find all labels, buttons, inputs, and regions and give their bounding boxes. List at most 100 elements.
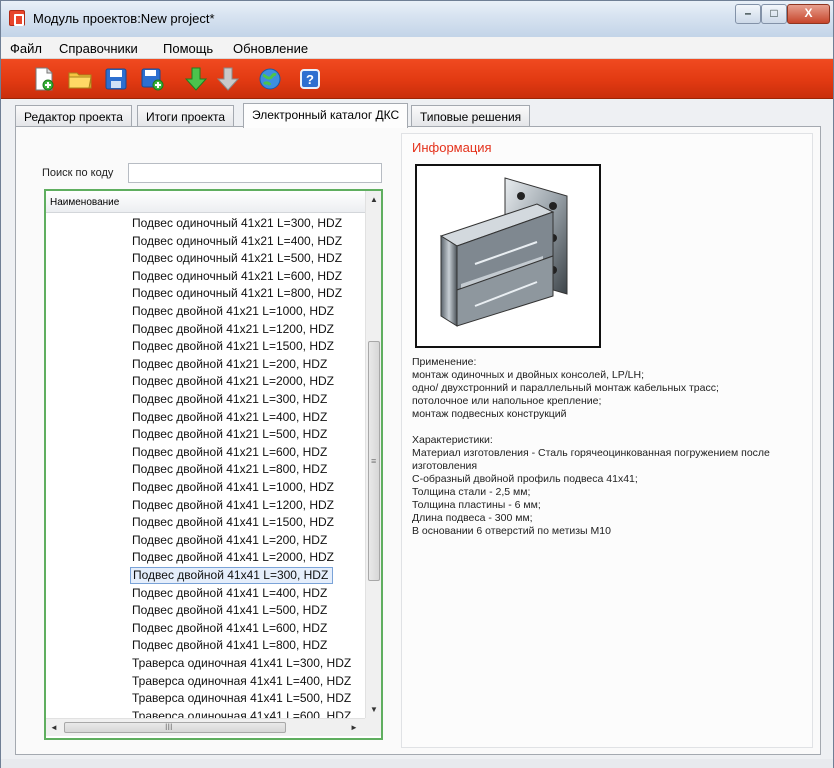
search-code-input[interactable]: [128, 163, 382, 183]
list-item[interactable]: Подвес двойной 41x41 L=800, HDZ: [130, 637, 331, 654]
search-label: Поиск по коду: [42, 167, 114, 179]
vertical-scrollbar[interactable]: ▲ ≡ ▼: [365, 191, 381, 718]
list-item[interactable]: Траверса одиночная 41x41 L=300, HDZ: [130, 655, 355, 672]
list-item[interactable]: Подвес двойной 41x41 L=400, HDZ: [130, 585, 331, 602]
tab-standard-solutions[interactable]: Типовые решения: [411, 105, 531, 127]
list-item[interactable]: Подвес двойной 41x41 L=200, HDZ: [130, 532, 331, 549]
info-line: Толщина пластины - 6 мм;: [412, 499, 541, 511]
menu-bar: Файл Справочники Помощь Обновление: [1, 37, 833, 59]
list-item[interactable]: Подвес двойной 41x41 L=1200, HDZ: [130, 497, 338, 514]
list-item[interactable]: Подвес двойной 41x21 L=1200, HDZ: [130, 321, 338, 338]
window-title: Модуль проектов:New project*: [33, 11, 215, 26]
export-button[interactable]: [215, 66, 241, 92]
list-item[interactable]: Подвес двойной 41x21 L=1500, HDZ: [130, 338, 338, 355]
list-item[interactable]: Подвес одиночный 41x21 L=400, HDZ: [130, 233, 346, 250]
toolbar: ?: [1, 59, 833, 99]
horizontal-scroll-thumb[interactable]: III: [64, 722, 286, 733]
info-line: Материал изготовления - Сталь горячеоцин…: [412, 447, 770, 459]
maximize-icon: □: [770, 6, 778, 20]
new-project-button[interactable]: [31, 66, 57, 92]
tab-project-editor[interactable]: Редактор проекта: [15, 105, 132, 127]
app-window: Модуль проектов:New project* – □ X Файл …: [0, 0, 834, 768]
download-arrow-gray-icon: [216, 67, 240, 91]
vertical-scroll-thumb[interactable]: ≡: [368, 341, 380, 581]
info-line: монтаж одиночных и двойных консолей, LP/…: [412, 369, 644, 381]
scroll-corner: [365, 718, 381, 736]
import-button[interactable]: [183, 66, 209, 92]
menu-update[interactable]: Обновление: [233, 41, 308, 56]
list-item[interactable]: Подвес одиночный 41x21 L=300, HDZ: [130, 215, 346, 232]
app-logo-icon: [9, 10, 25, 26]
help-icon: ?: [300, 69, 320, 89]
list-item[interactable]: Подвес двойной 41x21 L=2000, HDZ: [130, 373, 338, 390]
info-line: одно/ двухстронний и параллельный монтаж…: [412, 382, 719, 394]
list-item[interactable]: Подвес одиночный 41x21 L=500, HDZ: [130, 250, 346, 267]
info-line: потолочное или напольное крепление;: [412, 395, 602, 407]
info-line: Длина подвеса - 300 мм;: [412, 512, 533, 524]
list-item[interactable]: Подвес двойной 41x21 L=200, HDZ: [130, 356, 331, 373]
column-header-name[interactable]: Наименование: [46, 191, 365, 213]
help-button[interactable]: ?: [297, 66, 323, 92]
info-line: Характеристики:: [412, 434, 493, 446]
grip-icon: III: [165, 722, 173, 732]
web-update-button[interactable]: [257, 66, 283, 92]
list-item[interactable]: Подвес двойной 41x21 L=1000, HDZ: [130, 303, 338, 320]
info-line: изготовления: [412, 460, 478, 472]
open-folder-icon: [68, 72, 92, 89]
menu-file[interactable]: Файл: [10, 41, 42, 56]
list-item[interactable]: Траверса одиночная 41x41 L=400, HDZ: [130, 673, 355, 690]
tab-project-totals[interactable]: Итоги проекта: [137, 105, 235, 127]
save-as-icon: [141, 68, 164, 91]
grip-icon: ≡: [371, 456, 377, 466]
scroll-right-arrow-icon[interactable]: ►: [346, 719, 362, 736]
new-file-icon: [35, 67, 54, 91]
info-line: монтаж подвесных конструкций: [412, 408, 567, 420]
status-bar: [1, 759, 833, 768]
globe-icon: [259, 68, 281, 90]
list-item[interactable]: Подвес двойной 41x21 L=800, HDZ: [130, 461, 331, 478]
product-image: [415, 164, 601, 348]
product-list: Наименование Подвес одиночный 41x21 L=30…: [44, 189, 383, 740]
tab-dks-catalog[interactable]: Электронный каталог ДКС: [243, 103, 409, 128]
list-item[interactable]: Подвес двойной 41x21 L=500, HDZ: [130, 426, 331, 443]
save-icon: [105, 68, 127, 90]
minimize-icon: –: [744, 6, 752, 20]
save-as-button[interactable]: [139, 66, 165, 92]
info-line: В основании 6 отверстий по метизы М10: [412, 525, 611, 537]
info-line: Толщина стали - 2,5 мм;: [412, 486, 531, 498]
close-icon: X: [804, 6, 813, 20]
list-item[interactable]: Траверса одиночная 41x41 L=600, HDZ: [130, 708, 355, 718]
list-item[interactable]: Подвес двойной 41x41 L=500, HDZ: [130, 602, 331, 619]
list-item[interactable]: Подвес двойной 41x41 L=2000, HDZ: [130, 549, 338, 566]
list-item[interactable]: Подвес двойной 41x41 L=300, HDZ: [130, 567, 334, 584]
title-bar[interactable]: Модуль проектов:New project* – □ X: [1, 1, 833, 37]
save-button[interactable]: [103, 66, 129, 92]
menu-help[interactable]: Помощь: [163, 41, 213, 56]
scroll-down-arrow-icon[interactable]: ▼: [366, 701, 381, 718]
info-line: С-образный двойной профиль подвеса 41х41…: [412, 473, 638, 485]
list-item[interactable]: Подвес двойной 41x41 L=1500, HDZ: [130, 514, 338, 531]
open-project-button[interactable]: [67, 66, 93, 92]
minimize-button[interactable]: –: [735, 4, 761, 24]
info-panel: Информация Применение: монтаж одиночных …: [401, 133, 813, 748]
list-item[interactable]: Подвес двойной 41x21 L=300, HDZ: [130, 391, 331, 408]
list-item[interactable]: Подвес одиночный 41x21 L=600, HDZ: [130, 268, 346, 285]
double-c-profile-hanger-image: [439, 177, 568, 327]
list-item[interactable]: Подвес одиночный 41x21 L=800, HDZ: [130, 285, 346, 302]
list-item[interactable]: Подвес двойной 41x21 L=600, HDZ: [130, 444, 331, 461]
scroll-left-arrow-icon[interactable]: ◄: [46, 719, 62, 736]
catalog-panel: Поиск по коду Наименование Подвес одиноч…: [15, 126, 821, 755]
maximize-button[interactable]: □: [761, 4, 787, 24]
download-arrow-icon: [184, 67, 208, 91]
menu-references[interactable]: Справочники: [59, 41, 138, 56]
close-button[interactable]: X: [787, 4, 830, 24]
list-rows: Подвес одиночный 41x21 L=300, HDZ Подвес …: [46, 213, 365, 718]
list-item[interactable]: Траверса одиночная 41x41 L=500, HDZ: [130, 690, 355, 707]
help-glyph: ?: [306, 72, 314, 87]
list-item[interactable]: Подвес двойной 41x41 L=600, HDZ: [130, 620, 331, 637]
info-title: Информация: [412, 140, 492, 155]
list-item[interactable]: Подвес двойной 41x21 L=400, HDZ: [130, 409, 331, 426]
horizontal-scrollbar[interactable]: ◄ III ►: [46, 718, 365, 736]
list-item[interactable]: Подвес двойной 41x41 L=1000, HDZ: [130, 479, 338, 496]
scroll-up-arrow-icon[interactable]: ▲: [366, 191, 381, 208]
